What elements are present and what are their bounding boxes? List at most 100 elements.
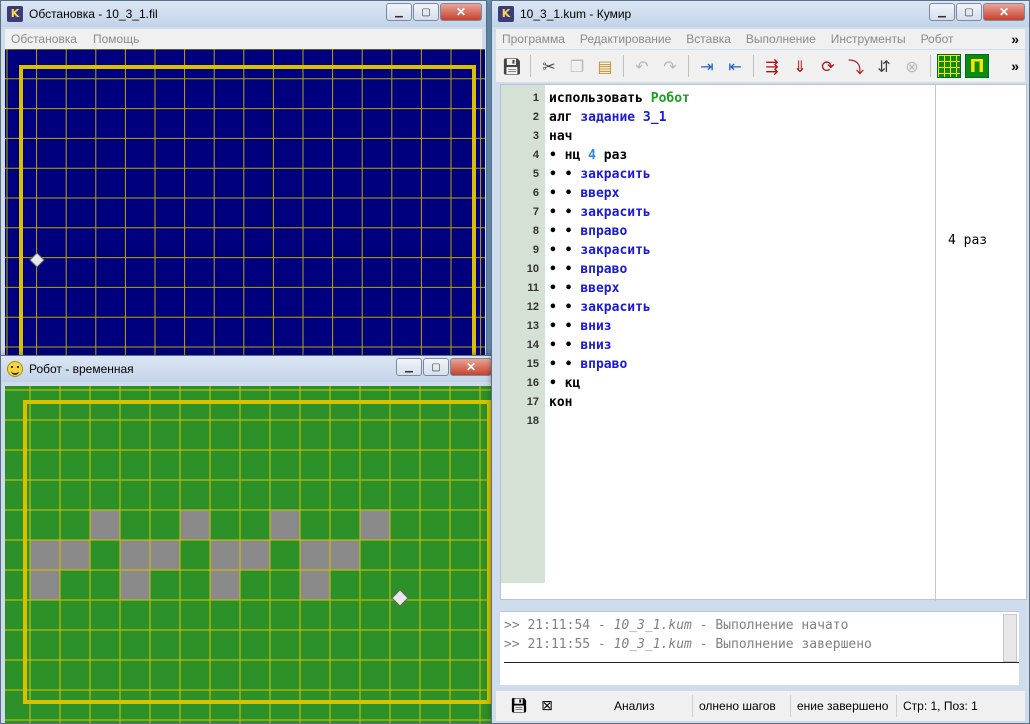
step-icon[interactable]: ⇓	[788, 54, 812, 78]
environment-window: K Обстановка - 10_3_1.fil ▁ ▢ ✕ Обстанов…	[0, 0, 487, 380]
console-scrollbar[interactable]	[1003, 614, 1017, 662]
code-line[interactable]: 3 нач	[501, 127, 935, 146]
redo-icon[interactable]: ↷	[658, 54, 682, 78]
minimize-button[interactable]: ▁	[386, 3, 412, 21]
toolbar-more-chevron-icon[interactable]: »	[1011, 58, 1019, 74]
save-status-icon[interactable]: 💾︎	[510, 697, 528, 715]
close-button[interactable]: ✕	[983, 3, 1025, 21]
kumir-app-icon: K	[7, 6, 23, 22]
maximize-button[interactable]: ▢	[413, 3, 439, 21]
toolbar-separator	[753, 55, 754, 77]
close-button[interactable]: ✕	[440, 3, 482, 21]
line-number: 5	[532, 168, 539, 180]
code-token: • •	[549, 167, 581, 182]
paste-icon[interactable]: ▤	[593, 54, 617, 78]
code-line[interactable]: 4 • нц 4 раз	[501, 146, 935, 165]
code-line[interactable]: 16 • кц	[501, 374, 935, 393]
code-token: • •	[549, 224, 581, 239]
line-number: 11	[527, 282, 539, 294]
menu-more-chevron-icon[interactable]: »	[1011, 31, 1019, 47]
code-token: раз	[595, 148, 628, 163]
painted-cell	[210, 570, 240, 600]
close-button[interactable]: ✕	[450, 358, 492, 376]
code-line[interactable]: 11 • • вверх	[501, 279, 935, 298]
environment-field[interactable]	[5, 49, 485, 379]
robot-field-icon[interactable]	[937, 54, 961, 78]
code-line[interactable]: 14 • • вниз	[501, 336, 935, 355]
code-text: • • закрасить	[549, 203, 651, 222]
environment-grid	[5, 49, 485, 379]
undo-icon[interactable]: ↶	[630, 54, 654, 78]
kumir-titlebar[interactable]: K 10_3_1.kum - Кумир ▁ ▢ ✕	[492, 1, 1029, 27]
robot-smile-icon	[7, 361, 23, 377]
line-number: 8	[532, 225, 539, 237]
stop-icon[interactable]: ⊗	[900, 54, 924, 78]
code-line[interactable]: 18	[501, 412, 935, 431]
run-icon[interactable]: ⇶	[760, 54, 784, 78]
code-line[interactable]: 7 • • закрасить	[501, 203, 935, 222]
line-number: 1	[532, 92, 539, 104]
code-line[interactable]: 9 • • закрасить	[501, 241, 935, 260]
code-line[interactable]: 5 • • закрасить	[501, 165, 935, 184]
menu-edit[interactable]: Редактирование	[580, 32, 671, 46]
code-token: • •	[549, 186, 581, 201]
painted-cell	[270, 510, 300, 540]
code-editor[interactable]: 1 использовать Робот 2 алг задание 3_1 3 нач 4…	[500, 84, 1027, 601]
cut-icon[interactable]: ✂	[537, 54, 561, 78]
menu-program[interactable]: Программа	[502, 32, 565, 46]
draw-icon[interactable]: П	[965, 54, 989, 78]
robot-field[interactable]	[5, 386, 493, 723]
code-token: вправо	[580, 262, 628, 277]
code-text: • • вправо	[549, 222, 627, 241]
menu-robot[interactable]: Робот	[921, 32, 954, 46]
minimize-button[interactable]: ▁	[929, 3, 955, 21]
env-titlebar[interactable]: K Обстановка - 10_3_1.fil ▁ ▢ ✕	[1, 1, 486, 27]
console-line: >> 21:11:55 - 10_3_1.kum - Выполнение за…	[504, 637, 872, 652]
robot-titlebar[interactable]: Робот - временная ▁ ▢ ✕	[1, 356, 496, 382]
copy-icon[interactable]: ❐	[565, 54, 589, 78]
maximize-button[interactable]: ▢	[423, 358, 449, 376]
menu-run[interactable]: Выполнение	[746, 32, 816, 46]
kumir-window-title: 10_3_1.kum - Кумир	[520, 7, 632, 21]
robot-window-title: Робот - временная	[29, 362, 134, 376]
step-back-icon[interactable]: ⇵	[872, 54, 896, 78]
minimize-button[interactable]: ▁	[396, 358, 422, 376]
unindent-icon[interactable]: ⇤	[723, 54, 747, 78]
maximize-button[interactable]: ▢	[956, 3, 982, 21]
line-number: 13	[526, 320, 539, 332]
code-line[interactable]: 15 • • вправо	[501, 355, 935, 374]
output-console[interactable]: >> 21:11:54 - 10_3_1.kum - Выполнение на…	[500, 611, 1019, 685]
code-line[interactable]: 12 • • закрасить	[501, 298, 935, 317]
status-steps: олнено шагов	[692, 695, 790, 717]
indent-icon[interactable]: ⇥	[695, 54, 719, 78]
step-into-icon[interactable]: ⟳	[816, 54, 840, 78]
code-line[interactable]: 6 • • вверх	[501, 184, 935, 203]
painted-cell	[210, 540, 240, 570]
env-menu-item[interactable]: Помощь	[93, 32, 139, 46]
line-number: 7	[532, 206, 539, 218]
code-line[interactable]: 10 • • вправо	[501, 260, 935, 279]
close-box-icon[interactable]: ⊠	[538, 697, 556, 715]
code-line[interactable]: 2 алг задание 3_1	[501, 108, 935, 127]
code-text: кон	[549, 393, 572, 412]
painted-cell	[150, 540, 180, 570]
painted-cell	[360, 510, 390, 540]
menu-insert[interactable]: Вставка	[686, 32, 731, 46]
env-menu-item[interactable]: Обстановка	[11, 32, 77, 46]
code-line[interactable]: 17 кон	[501, 393, 935, 412]
code-text: • • вниз	[549, 336, 612, 355]
code-line[interactable]: 13 • • вниз	[501, 317, 935, 336]
code-line[interactable]: 8 • • вправо	[501, 222, 935, 241]
step-out-icon[interactable]: ⤵	[844, 54, 868, 78]
save-icon[interactable]: 💾︎	[500, 54, 524, 78]
code-line[interactable]: 1 использовать Робот	[501, 89, 935, 108]
code-token: • •	[549, 319, 581, 334]
line-number: 14	[526, 339, 539, 351]
code-text: • • вверх	[549, 184, 619, 203]
menu-tools[interactable]: Инструменты	[831, 32, 906, 46]
code-token: Робот	[650, 91, 690, 106]
code-token: •	[549, 376, 565, 391]
code-token: использовать	[549, 91, 651, 106]
painted-cell	[180, 510, 210, 540]
code-token: вправо	[580, 357, 628, 372]
